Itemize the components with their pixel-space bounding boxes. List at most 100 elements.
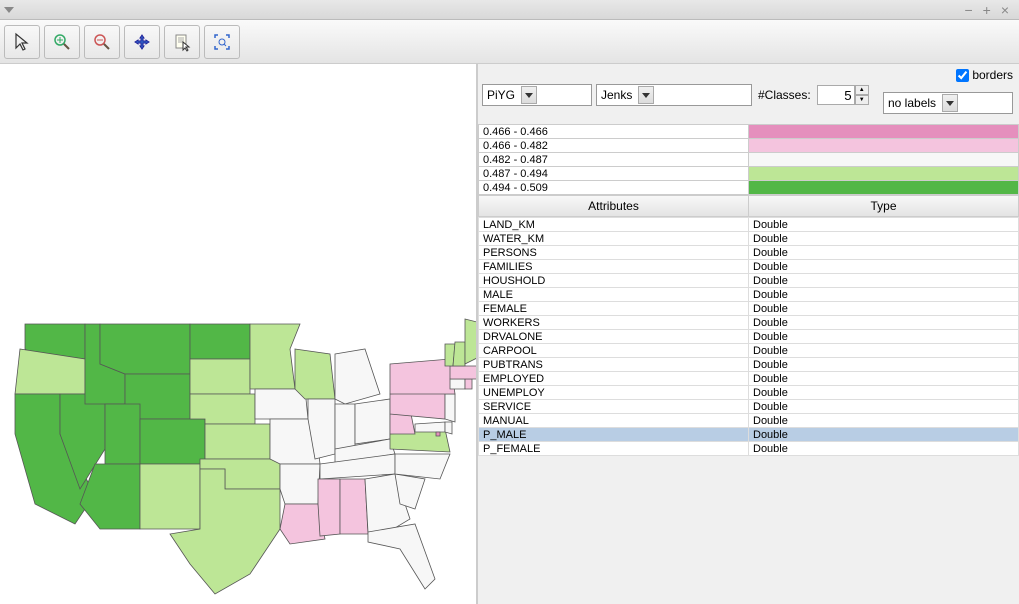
num-classes-input[interactable] (817, 85, 855, 105)
state-MT[interactable] (100, 324, 190, 374)
table-row[interactable]: PUBTRANSDouble (479, 358, 1019, 372)
table-row[interactable]: MANUALDouble (479, 414, 1019, 428)
attribute-type: Double (749, 302, 1019, 316)
state-NJ[interactable] (445, 394, 455, 422)
zoom-extent-tool[interactable] (204, 25, 240, 59)
table-row[interactable]: P_FEMALEDouble (479, 442, 1019, 456)
table-row[interactable]: EMPLOYEDDouble (479, 372, 1019, 386)
state-CO[interactable] (140, 419, 205, 464)
legend-row[interactable]: 0.466 - 0.482 (479, 139, 1019, 153)
table-row[interactable]: FEMALEDouble (479, 302, 1019, 316)
table-row[interactable]: LAND_KMDouble (479, 218, 1019, 232)
table-row[interactable]: WATER_KMDouble (479, 232, 1019, 246)
table-row[interactable]: SERVICEDouble (479, 400, 1019, 414)
maximize-icon[interactable]: + (983, 2, 991, 18)
window-titlebar: − + × (0, 0, 1019, 20)
attribute-type: Double (749, 274, 1019, 288)
num-classes-label: #Classes: (756, 88, 813, 102)
chevron-down-icon (638, 86, 654, 104)
legend-row[interactable]: 0.466 - 0.466 (479, 125, 1019, 139)
table-row[interactable]: PERSONSDouble (479, 246, 1019, 260)
legend-swatch (749, 153, 1019, 167)
table-row[interactable]: HOUSHOLDDouble (479, 274, 1019, 288)
legend-row[interactable]: 0.482 - 0.487 (479, 153, 1019, 167)
legend-row[interactable]: 0.494 - 0.509 (479, 181, 1019, 195)
borders-checkbox-input[interactable] (956, 69, 969, 82)
colormap-dropdown[interactable]: PiYG (482, 84, 592, 106)
state-MI[interactable] (335, 349, 380, 404)
attributes-scroll[interactable]: LAND_KMDoubleWATER_KMDoublePERSONSDouble… (478, 217, 1019, 604)
stepper-up[interactable]: ▲ (855, 85, 869, 95)
attribute-name: LAND_KM (479, 218, 749, 232)
state-AL[interactable] (340, 479, 368, 534)
attribute-name: WORKERS (479, 316, 749, 330)
close-icon[interactable]: × (1001, 2, 1009, 18)
zoom-out-tool[interactable] (84, 25, 120, 59)
minimize-icon[interactable]: − (964, 2, 972, 18)
table-row[interactable]: UNEMPLOYDouble (479, 386, 1019, 400)
borders-label: borders (972, 68, 1013, 82)
attribute-type: Double (749, 386, 1019, 400)
attribute-name: PERSONS (479, 246, 749, 260)
legend-swatch (749, 125, 1019, 139)
attribute-name: HOUSHOLD (479, 274, 749, 288)
borders-checkbox[interactable]: borders (956, 68, 1013, 82)
style-panel: PiYG Jenks #Classes: ▲ ▼ borders no labe (476, 64, 1019, 604)
table-row[interactable]: FAMILIESDouble (479, 260, 1019, 274)
state-FL[interactable] (368, 524, 435, 589)
state-MS[interactable] (318, 479, 340, 536)
state-SD[interactable] (190, 359, 250, 394)
attributes-col-header[interactable]: Attributes (479, 196, 749, 216)
state-MN[interactable] (250, 324, 300, 389)
zoom-in-tool[interactable] (44, 25, 80, 59)
state-NH[interactable] (453, 342, 465, 366)
attribute-name: UNEMPLOY (479, 386, 749, 400)
state-KS[interactable] (205, 424, 270, 459)
attributes-header: Attributes Type (478, 195, 1019, 217)
classification-dropdown[interactable]: Jenks (596, 84, 752, 106)
state-MD[interactable] (415, 422, 445, 432)
pointer-icon (12, 32, 32, 52)
attribute-type: Double (749, 218, 1019, 232)
table-row[interactable]: P_MALEDouble (479, 428, 1019, 442)
map-view[interactable] (0, 64, 476, 604)
table-row[interactable]: DRVALONEDouble (479, 330, 1019, 344)
state-MA[interactable] (450, 366, 476, 379)
state-ME[interactable] (465, 319, 476, 364)
state-WI[interactable] (295, 349, 335, 399)
state-AR[interactable] (280, 464, 320, 504)
attribute-name: EMPLOYED (479, 372, 749, 386)
num-classes-stepper[interactable]: ▲ ▼ (817, 85, 869, 105)
window-controls: − + × (964, 2, 1015, 18)
state-RI[interactable] (465, 379, 472, 389)
state-CT[interactable] (450, 379, 465, 389)
attribute-name: CARPOOL (479, 344, 749, 358)
state-NC[interactable] (395, 454, 450, 479)
stepper-down[interactable]: ▼ (855, 95, 869, 105)
attribute-name: P_MALE (479, 428, 749, 442)
title-dropdown-icon[interactable] (4, 7, 14, 13)
controls-row: PiYG Jenks #Classes: ▲ ▼ borders no labe (478, 64, 1019, 124)
pointer-tool[interactable] (4, 25, 40, 59)
legend-range: 0.487 - 0.494 (479, 167, 749, 181)
state-DC[interactable] (436, 432, 440, 436)
state-UT[interactable] (105, 404, 140, 464)
type-col-header[interactable]: Type (749, 196, 1018, 216)
table-row[interactable]: WORKERSDouble (479, 316, 1019, 330)
labels-dropdown[interactable]: no labels (883, 92, 1013, 114)
state-DE[interactable] (445, 422, 452, 434)
classification-value: Jenks (601, 88, 632, 102)
legend-range: 0.494 - 0.509 (479, 181, 749, 195)
pan-tool[interactable] (124, 25, 160, 59)
zoom-in-icon (52, 32, 72, 52)
state-ND[interactable] (190, 324, 250, 359)
legend-row[interactable]: 0.487 - 0.494 (479, 167, 1019, 181)
table-row[interactable]: MALEDouble (479, 288, 1019, 302)
table-row[interactable]: CARPOOLDouble (479, 344, 1019, 358)
state-OH[interactable] (355, 399, 390, 444)
legend-swatch (749, 167, 1019, 181)
info-tool[interactable] (164, 25, 200, 59)
attribute-name: MANUAL (479, 414, 749, 428)
legend-table: 0.466 - 0.4660.466 - 0.4820.482 - 0.4870… (478, 124, 1019, 195)
state-NM[interactable] (140, 464, 200, 529)
